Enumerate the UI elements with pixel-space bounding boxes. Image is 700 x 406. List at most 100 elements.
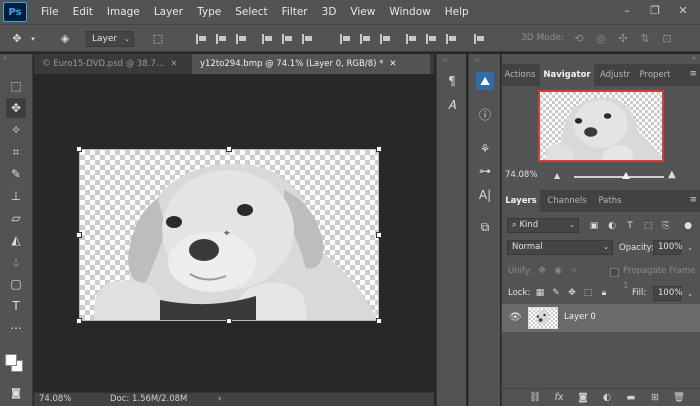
chevron-down-icon[interactable]: ⌄ — [684, 288, 696, 300]
zoom-level[interactable]: 74.08% — [39, 393, 71, 406]
transform-handle-tr[interactable] — [376, 146, 382, 152]
distribute-left-icon[interactable] — [406, 34, 416, 44]
transform-handle-r[interactable] — [376, 232, 382, 238]
layer-thumbnail[interactable] — [528, 307, 558, 329]
transform-handle-br[interactable] — [376, 318, 382, 324]
fill-input[interactable]: 100% — [653, 286, 682, 301]
3d-orbit-icon[interactable]: ⟲ — [572, 32, 586, 46]
lock-transparent-icon[interactable]: ▦ — [534, 287, 546, 299]
shape-tool-icon[interactable]: ▢ — [6, 274, 26, 294]
menu-layer[interactable]: Layer — [154, 6, 183, 18]
blur-tool-icon[interactable]: 💧︎ — [6, 252, 26, 272]
menu-type[interactable]: Type — [197, 6, 221, 18]
filter-kind-dropdown[interactable]: ⌕ Kind ⌄ — [507, 218, 579, 233]
filter-toggle-icon[interactable]: ● — [682, 220, 694, 232]
clone-source-icon[interactable]: ⧉ — [476, 218, 494, 236]
zoom-out-icon[interactable]: ▲ — [554, 171, 560, 180]
move-tool-icon[interactable]: ✥ — [6, 98, 26, 118]
distribute-top-icon[interactable] — [340, 34, 350, 44]
opacity-input[interactable]: 100% — [653, 240, 682, 255]
paragraph-icon[interactable]: ¶ — [443, 72, 461, 90]
distribute-bottom-icon[interactable] — [380, 34, 390, 44]
adjustment-layer-icon[interactable]: ◐ — [600, 391, 614, 405]
tab-channels[interactable]: Channels — [542, 190, 592, 212]
align-bottom-icon[interactable] — [302, 34, 312, 44]
layer-row[interactable]: 👁︎ Layer 0 — [502, 304, 700, 332]
magic-wand-tool-icon[interactable]: ✧ — [6, 120, 26, 140]
delete-layer-icon[interactable]: 🗑︎ — [672, 391, 686, 405]
align-right-icon[interactable] — [236, 34, 246, 44]
collapse-arrows-icon[interactable]: » — [692, 54, 696, 62]
link-layers-icon[interactable]: ⛓ — [528, 391, 542, 405]
transform-handle-t[interactable] — [226, 146, 232, 152]
filter-pixel-icon[interactable]: ▣ — [588, 220, 600, 232]
menu-help[interactable]: Help — [445, 6, 469, 18]
brush-tool-icon[interactable]: ✎ — [6, 164, 26, 184]
quick-mask-icon[interactable]: ◙ — [6, 384, 26, 404]
visibility-eye-icon[interactable]: 👁︎ — [509, 312, 522, 323]
distribute-right-icon[interactable] — [446, 34, 456, 44]
3d-pan-icon[interactable]: ✣ — [616, 32, 630, 46]
propagate-frame-checkbox[interactable] — [610, 268, 619, 277]
3d-roll-icon[interactable]: ◎ — [594, 32, 608, 46]
navigator-thumbnail[interactable] — [538, 90, 664, 162]
tab-adjustments[interactable]: Adjustr — [596, 64, 634, 86]
align-left-icon[interactable] — [196, 34, 206, 44]
panel-menu-icon[interactable]: ≡ — [689, 195, 697, 205]
navigator-panel-icon[interactable]: ⛰ — [476, 72, 494, 90]
menu-filter[interactable]: Filter — [282, 6, 308, 18]
close-icon[interactable]: ✕ — [389, 59, 396, 69]
transform-controls-icon[interactable]: ⬚ — [151, 32, 165, 46]
close-icon[interactable]: ✕ — [170, 59, 177, 69]
type-tool-icon[interactable]: T — [6, 296, 26, 316]
3d-scale-icon[interactable]: ⊡ — [660, 32, 674, 46]
maximize-icon[interactable]: ❐ — [648, 4, 662, 18]
reference-point-icon[interactable]: ⌖ — [224, 228, 230, 239]
tab-y12to294[interactable]: y12to294.bmp @ 74.1% (Layer 0, RGB/8) * ✕ — [192, 54, 430, 74]
tab-properties[interactable]: Propert — [636, 64, 674, 86]
transform-handle-bl[interactable] — [76, 318, 82, 324]
menu-select[interactable]: Select — [235, 6, 267, 18]
tab-layers[interactable]: Layers — [502, 190, 540, 212]
canvas-area[interactable]: ⌖ — [34, 74, 434, 392]
transform-handle-b[interactable] — [226, 318, 232, 324]
status-menu-arrow[interactable]: › — [218, 393, 221, 406]
align-top-icon[interactable] — [262, 34, 272, 44]
paint-bucket-tool-icon[interactable]: ◭ — [6, 230, 26, 250]
zoom-in-icon[interactable]: ▲ — [668, 169, 676, 180]
lock-all-icon[interactable]: 🔒︎ — [598, 287, 610, 299]
new-group-icon[interactable]: ▬ — [624, 391, 638, 405]
distribute-vcenter-icon[interactable] — [360, 34, 370, 44]
clone-stamp-tool-icon[interactable]: ⊥ — [6, 186, 26, 206]
3d-slide-icon[interactable]: ⇅ — [638, 32, 652, 46]
auto-align-icon[interactable] — [474, 34, 484, 44]
transform-handle-tl[interactable] — [76, 146, 82, 152]
blend-mode-dropdown[interactable]: Normal ⌄ — [507, 240, 613, 255]
eraser-tool-icon[interactable]: ▱ — [6, 208, 26, 228]
add-mask-icon[interactable]: ◙ — [576, 391, 590, 405]
navigator-zoom-value[interactable]: 74.08% — [505, 170, 537, 180]
align-hcenter-icon[interactable] — [216, 34, 226, 44]
auto-select-layers-icon[interactable]: ◈ — [58, 32, 72, 46]
tab-paths[interactable]: Paths — [592, 190, 628, 212]
text-layout-icon[interactable]: A| — [476, 186, 494, 204]
brush-settings-icon[interactable]: ⚘ — [476, 140, 494, 158]
lock-image-icon[interactable]: ✎ — [550, 287, 562, 299]
lock-position-icon[interactable]: ✥ — [566, 287, 578, 299]
unify-visibility-icon[interactable]: ◉ — [552, 265, 564, 277]
collapse-arrows-icon[interactable]: ‹‹ — [442, 56, 448, 64]
distribute-hcenter-icon[interactable] — [426, 34, 436, 44]
tab-euro15-dvd[interactable]: © Euro15-DVD.psd @ 38.7… ✕ — [34, 54, 188, 74]
adjustments-icon[interactable]: ⊶ — [476, 162, 494, 180]
crop-tool-icon[interactable]: ⌗ — [6, 142, 26, 162]
panel-menu-icon[interactable]: ≡ — [689, 69, 697, 79]
layer-name[interactable]: Layer 0 — [564, 312, 596, 322]
new-layer-icon[interactable]: ⊞ — [648, 391, 662, 405]
character-icon[interactable]: 𝐴 — [443, 96, 461, 114]
menu-3d[interactable]: 3D — [322, 6, 337, 18]
marquee-tool-icon[interactable]: ⬚ — [6, 76, 26, 96]
tab-actions[interactable]: Actions — [502, 64, 538, 86]
menu-window[interactable]: Window — [389, 6, 430, 18]
navigator-zoom-slider[interactable] — [574, 172, 664, 179]
filter-shape-icon[interactable]: ⬚ — [642, 220, 654, 232]
